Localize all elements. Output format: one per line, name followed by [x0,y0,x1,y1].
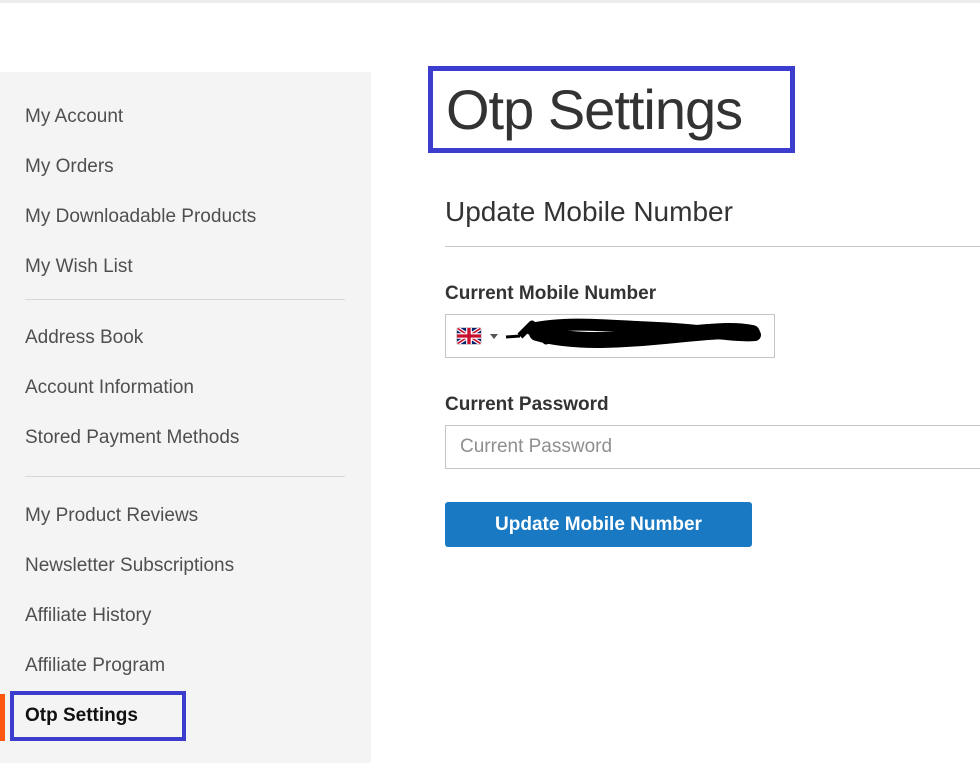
sidebar-item-label[interactable]: Newsletter Subscriptions [0,555,234,577]
mobile-number-label: Current Mobile Number [445,283,980,305]
sidebar-item-my-product-reviews[interactable]: My Product Reviews [0,491,371,541]
sidebar-item-my-orders[interactable]: My Orders [0,142,371,192]
country-selector[interactable] [457,328,498,344]
mobile-number-input[interactable] [445,314,775,358]
account-sidebar: My Account My Orders My Downloadable Pro… [0,72,371,763]
sidebar-item-my-downloadable-products[interactable]: My Downloadable Products [0,192,371,242]
sidebar-item-label[interactable]: My Product Reviews [0,505,198,527]
sidebar-item-label[interactable]: My Downloadable Products [0,206,256,228]
sidebar-item-otp-settings[interactable]: Otp Settings [0,691,371,741]
sidebar-item-affiliate-history[interactable]: Affiliate History [0,591,371,641]
sidebar-item-label[interactable]: Address Book [0,327,143,349]
current-password-label: Current Password [445,394,980,416]
sidebar-item-account-information[interactable]: Account Information [0,363,371,413]
sidebar-divider [25,299,345,300]
sidebar-item-my-wish-list[interactable]: My Wish List [0,242,371,292]
section-heading: Update Mobile Number [445,196,980,247]
dropdown-arrow-icon [490,334,498,339]
update-mobile-number-button[interactable]: Update Mobile Number [445,502,752,547]
sidebar-item-label[interactable]: Affiliate Program [0,655,165,677]
sidebar-item-my-account[interactable]: My Account [0,92,371,142]
uk-flag-icon [457,328,481,344]
sidebar-item-newsletter-subscriptions[interactable]: Newsletter Subscriptions [0,541,371,591]
sidebar-item-label[interactable]: My Orders [0,156,114,178]
sidebar-item-affiliate-program[interactable]: Affiliate Program [0,641,371,691]
redacted-phone-number-scribble [505,318,765,354]
main-content: Update Mobile Number Current Mobile Numb… [445,0,980,547]
sidebar-item-label[interactable]: My Account [0,106,123,128]
sidebar-item-label[interactable]: Stored Payment Methods [0,427,239,449]
sidebar-item-label[interactable]: My Wish List [0,256,133,278]
current-password-input[interactable] [445,425,980,469]
sidebar-item-label[interactable]: Otp Settings [0,705,138,727]
sidebar-nav-list: My Account My Orders My Downloadable Pro… [0,72,371,741]
sidebar-item-label[interactable]: Account Information [0,377,194,399]
sidebar-item-address-book[interactable]: Address Book [0,313,371,363]
sidebar-divider [25,476,345,477]
sidebar-item-label[interactable]: Affiliate History [0,605,151,627]
sidebar-item-stored-payment-methods[interactable]: Stored Payment Methods [0,413,371,463]
